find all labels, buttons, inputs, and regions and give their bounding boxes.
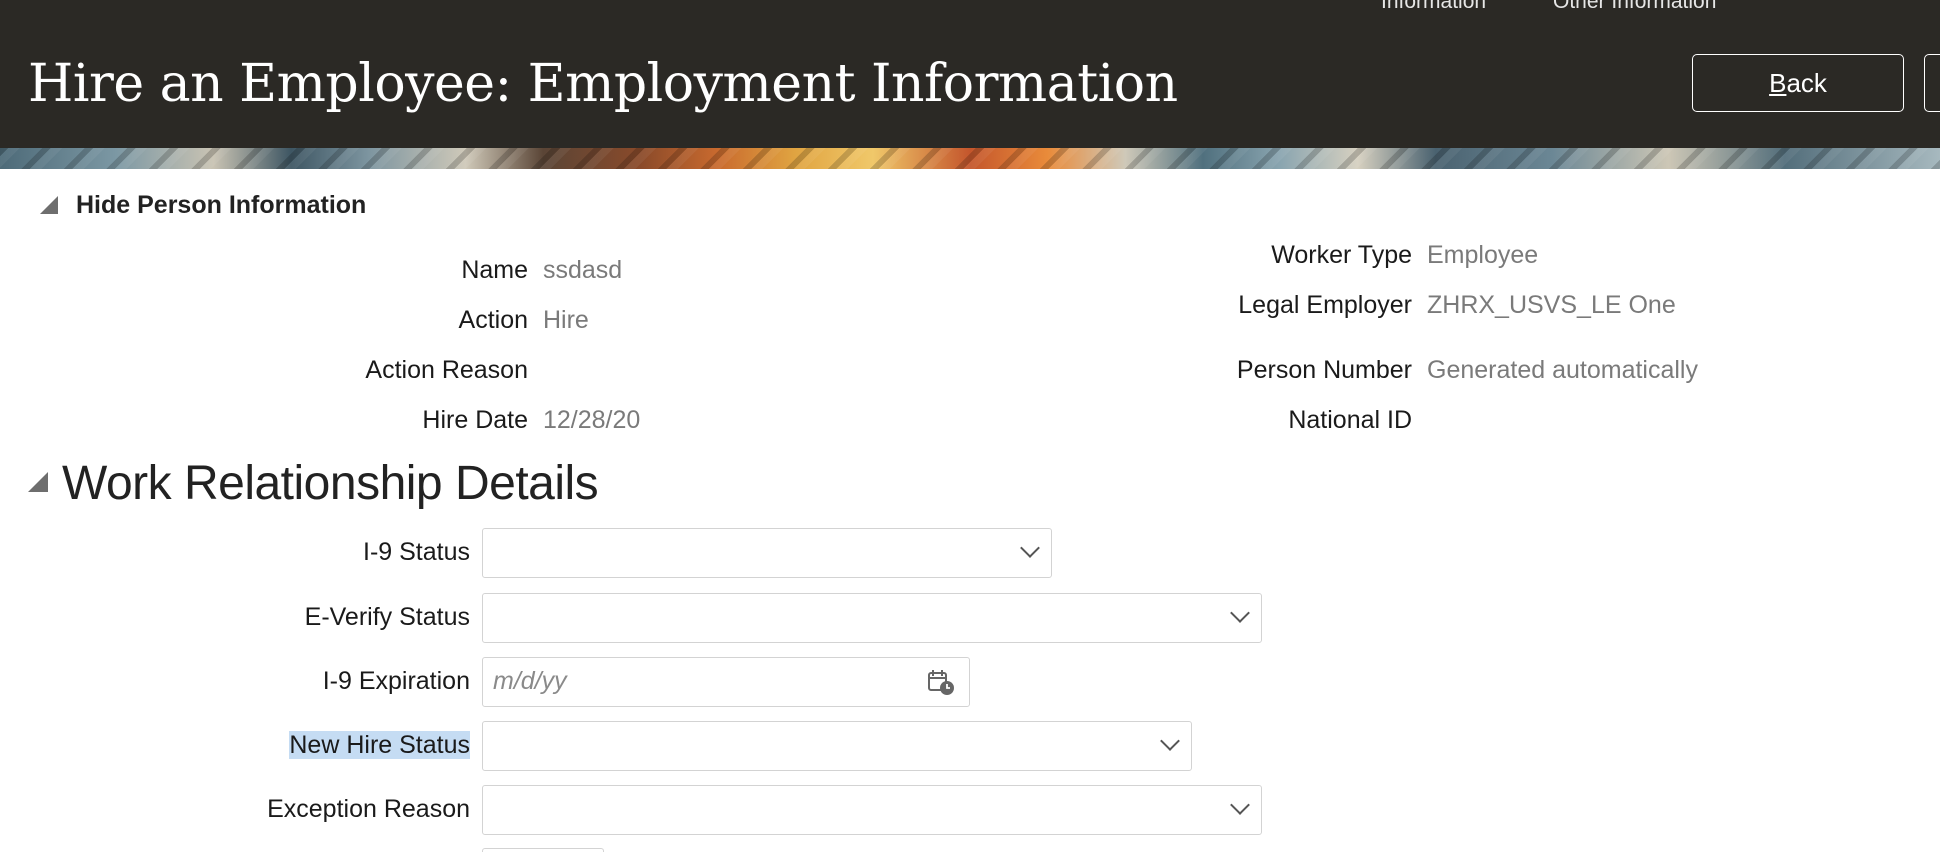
i9-status-label: I-9 Status	[363, 538, 470, 566]
page-header: Information Other Information Hire an Em…	[0, 0, 1940, 148]
hide-person-information-toggle[interactable]: Hide Person Information	[76, 191, 366, 220]
back-button-mnemonic: B	[1769, 67, 1787, 98]
collapse-triangle-icon[interactable]	[28, 472, 48, 492]
back-button-label: ack	[1786, 67, 1827, 98]
train-step-information[interactable]: Information	[1381, 0, 1486, 14]
exception-reason-label: Exception Reason	[267, 795, 470, 823]
i9-expiration-input[interactable]	[493, 658, 913, 704]
national-id-label: National ID	[1288, 406, 1412, 434]
i9-expiration-label: I-9 Expiration	[322, 667, 470, 695]
person-number-value: Generated automatically	[1427, 356, 1698, 384]
action-label: Action	[458, 306, 528, 334]
i9-expiration-field[interactable]	[482, 657, 970, 707]
worker-type-label: Worker Type	[1271, 241, 1412, 269]
collapse-triangle-icon[interactable]	[40, 196, 58, 214]
calendar-icon[interactable]	[927, 668, 955, 696]
action-reason-label: Action Reason	[365, 356, 528, 384]
action-value: Hire	[543, 306, 589, 334]
chevron-down-icon	[1230, 603, 1250, 623]
exception-reason-select[interactable]	[482, 785, 1262, 835]
next-field-partial[interactable]	[482, 848, 604, 852]
e-verify-status-label: E-Verify Status	[304, 603, 470, 631]
hire-date-value: 12/28/20	[543, 406, 641, 434]
i9-status-select[interactable]	[482, 528, 1052, 578]
name-label: Name	[461, 256, 528, 284]
back-button[interactable]: Back	[1692, 54, 1904, 112]
next-button[interactable]	[1924, 54, 1940, 112]
chevron-down-icon	[1020, 538, 1040, 558]
name-value: ssdasd	[543, 256, 623, 284]
person-number-label: Person Number	[1236, 356, 1412, 384]
section-title-work-relationship: Work Relationship Details	[62, 457, 599, 510]
page-title: Hire an Employee: Employment Information	[28, 54, 1178, 114]
chevron-down-icon	[1160, 731, 1180, 751]
e-verify-status-select[interactable]	[482, 593, 1262, 643]
new-hire-status-label-text: New Hire Status	[289, 731, 470, 759]
legal-employer-value: ZHRX_USVS_LE One	[1427, 291, 1676, 319]
new-hire-status-label: New Hire Status	[289, 731, 470, 760]
legal-employer-label: Legal Employer	[1238, 291, 1412, 319]
decorative-banner	[0, 148, 1940, 169]
new-hire-status-select[interactable]	[482, 721, 1192, 771]
hire-date-label: Hire Date	[422, 406, 528, 434]
chevron-down-icon	[1230, 795, 1250, 815]
train-step-other-information[interactable]: Other Information	[1553, 0, 1716, 14]
worker-type-value: Employee	[1427, 241, 1539, 269]
